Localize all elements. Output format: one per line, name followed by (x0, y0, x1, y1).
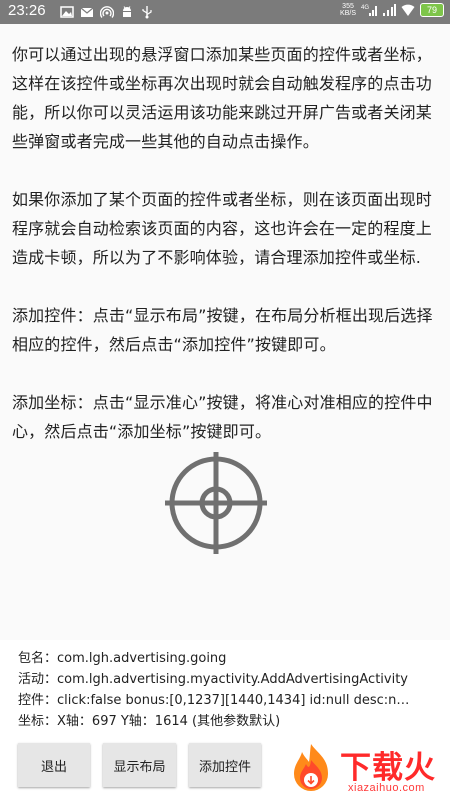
package-label: 包名： (18, 651, 58, 666)
net-speed: 355 KB/S (340, 3, 356, 17)
android-icon (123, 6, 131, 17)
widget-label: 控件： (18, 693, 58, 708)
wifi-icon (401, 4, 415, 16)
signal-4g-icon: 4G (361, 5, 377, 16)
crosshair-icon[interactable] (165, 452, 267, 554)
instruction-paragraph-2: 如果你添加了某个页面的控件或者坐标，则在该页面出现时程序就会自动检索该页面的内容… (12, 190, 432, 267)
watermark-text: 下载火 (340, 750, 436, 786)
instruction-paragraph-3: 添加控件：点击“显示布局”按键，在布局分析框出现后选择相应的控件，然后点击“添加… (12, 306, 433, 354)
status-time: 23:26 (8, 2, 46, 19)
watermark-url: xiazaihuo.com (348, 782, 425, 794)
activity-label: 活动： (18, 672, 58, 687)
activity-value: com.lgh.advertising.myactivity.AddAdvert… (57, 672, 408, 687)
add-widget-button[interactable]: 添加控件 (189, 743, 261, 787)
instruction-paragraph-1: 你可以通过出现的悬浮窗口添加某些页面的控件或者坐标，这样在该控件或坐标再次出现时… (12, 45, 432, 151)
battery-icon: 79 (420, 3, 444, 17)
flame-logo-icon (294, 744, 328, 791)
coord-row: 坐标：X轴：697 Y轴：1614 (其他参数默认) (18, 711, 417, 732)
activity-row: 活动：com.lgh.advertising.myactivity.AddAdv… (18, 669, 417, 690)
coord-label: 坐标： (18, 714, 58, 729)
mail-icon (80, 7, 94, 17)
usb-icon (142, 6, 152, 19)
info-list: 包名：com.lgh.advertising.going 活动：com.lgh.… (18, 648, 417, 732)
status-bar: 23:26 355 KB/S 4G 79 (0, 0, 450, 24)
image-notification-icon (60, 6, 74, 18)
show-layout-button[interactable]: 显示布局 (103, 743, 176, 787)
instruction-paragraph-4: 添加坐标：点击“显示准心”按键，将准心对准相应的控件中心，然后点击“添加坐标”按… (12, 393, 433, 441)
watermark-logo: 下载火 xiazaihuo.com (288, 740, 448, 798)
widget-row: 控件：click:false bonus:[0,1237][1440,1434]… (18, 690, 417, 711)
package-row: 包名：com.lgh.advertising.going (18, 648, 417, 669)
signal-icon (383, 4, 396, 16)
hotspot-icon (100, 6, 114, 18)
coord-value: X轴：697 Y轴：1614 (其他参数默认) (57, 714, 281, 729)
widget-value: click:false bonus:[0,1237][1440,1434] id… (57, 693, 417, 708)
package-value: com.lgh.advertising.going (57, 651, 227, 666)
instructions: 你可以通过出现的悬浮窗口添加某些页面的控件或者坐标，这样在该控件或坐标再次出现时… (12, 40, 440, 475)
exit-button[interactable]: 退出 (18, 743, 90, 787)
svg-text:4G: 4G (361, 5, 369, 11)
